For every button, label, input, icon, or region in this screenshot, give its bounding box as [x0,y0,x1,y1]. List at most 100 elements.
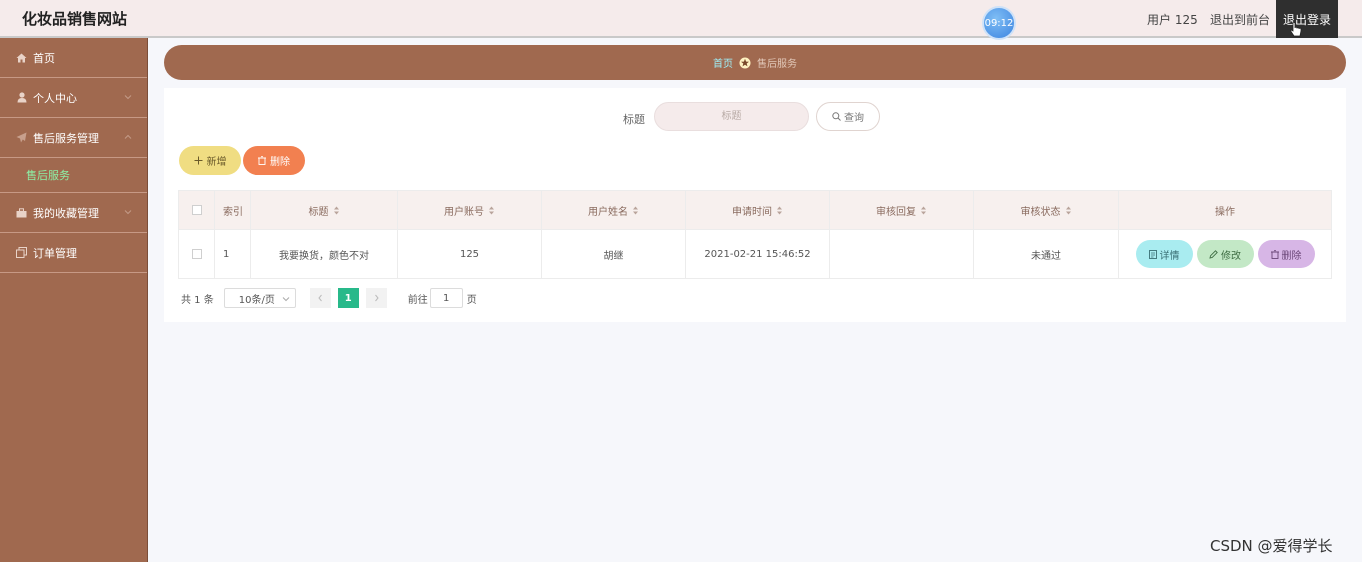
hand-cursor-icon [1290,22,1302,37]
column-header-operations: 操作 [1119,191,1331,229]
column-header-label: 操作 [1215,206,1235,218]
detail-button[interactable]: 详情 [1135,240,1193,268]
cell-time: 2021-02-21 15:46:52 [686,230,830,278]
site-title: 化妆品销售网站 [22,10,128,28]
column-header-account[interactable]: 用户账号 [398,191,542,229]
cell-operations: 详情 修改 删除 [1119,230,1331,278]
column-header-label: 用户账号 [444,206,484,218]
column-header-status[interactable]: 审核状态 [974,191,1119,229]
pencil-icon [1209,249,1218,259]
select-all-checkbox[interactable] [191,205,202,215]
briefcase-icon [16,207,27,218]
sidebar-item-favorites-management[interactable]: 我的收藏管理 [0,193,147,233]
sort-icon[interactable] [920,206,927,215]
content-card: 标题 查询 新增 删除 索引 标题 用户账号 用户姓名 申请时间 审核回复 审核… [164,88,1346,322]
clock-badge: 09:12 [982,6,1016,40]
page-size-value: 10条/页 [238,294,275,306]
trash-icon [258,156,266,165]
chevron-up-icon [124,134,132,139]
edit-button[interactable]: 修改 [1196,240,1254,268]
trash-icon [1270,249,1279,259]
detail-button-label: 详情 [1159,250,1180,262]
sidebar-item-label: 首页 [33,51,55,65]
page-size-select[interactable]: 10条/页 [223,288,296,308]
sort-icon[interactable] [776,206,783,215]
row-delete-button[interactable]: 删除 [1257,240,1315,268]
page-suffix-label: 页 [466,294,477,306]
send-icon [16,132,27,143]
goto-page-input[interactable] [429,288,463,308]
search-input[interactable] [654,102,809,131]
column-header-label: 审核回复 [876,206,916,218]
row-checkbox-cell [179,230,215,278]
page-number-button[interactable]: 1 [337,288,359,308]
cell-reply [830,230,974,278]
sidebar-item-label: 我的收藏管理 [33,206,99,220]
add-button[interactable]: 新增 [179,146,241,175]
sidebar-item-after-sales-management[interactable]: 售后服务管理 [0,118,147,158]
next-page-button[interactable] [365,288,387,308]
copy-icon [16,247,27,258]
home-icon [16,52,27,63]
logout-button[interactable]: 退出登录 [1276,0,1338,38]
table-header-row: 索引 标题 用户账号 用户姓名 申请时间 审核回复 审核状态 操作 [179,191,1331,230]
prev-page-button[interactable] [309,288,331,308]
sidebar-item-personal-center[interactable]: 个人中心 [0,78,147,118]
column-header-index: 索引 [215,191,251,229]
cell-title: 我要换货，颜色不对 [251,230,398,278]
row-delete-button-label: 删除 [1281,250,1302,262]
row-checkbox[interactable] [191,249,202,259]
sidebar-item-home[interactable]: 首页 [0,38,147,78]
table-row: 1 我要换货，颜色不对 125 胡继 2021-02-21 15:46:52 未… [179,230,1331,278]
sidebar-subitem-after-sales-service[interactable]: 售后服务 [0,158,147,193]
chevron-down-icon [124,95,132,100]
search-button-label: 查询 [844,113,864,124]
breadcrumb-home-link[interactable]: 首页 [713,55,733,70]
chevron-left-icon [318,294,322,302]
pagination-total: 共 1 条 [181,294,214,306]
chevron-down-icon [124,210,132,215]
column-header-label: 用户姓名 [588,206,628,218]
column-header-label: 标题 [308,206,329,218]
sort-icon[interactable] [632,206,639,215]
column-header-label: 申请时间 [732,206,772,218]
cell-name: 胡继 [542,230,686,278]
column-header-reply[interactable]: 审核回复 [830,191,974,229]
search-label: 标题 [623,113,645,126]
watermark: CSDN @爱得学长 [1210,537,1333,555]
batch-delete-button-label: 删除 [270,157,290,168]
sidebar-item-order-management[interactable]: 订单管理 [0,233,147,273]
column-header-time[interactable]: 申请时间 [686,191,830,229]
batch-delete-button[interactable]: 删除 [243,146,305,175]
front-site-link[interactable]: 退出到前台 [1210,11,1270,28]
edit-button-label: 修改 [1221,250,1241,262]
column-header-name[interactable]: 用户姓名 [542,191,686,229]
document-icon [1148,249,1157,259]
sidebar-item-label: 售后服务管理 [33,131,99,145]
sort-icon[interactable] [1065,206,1072,215]
plus-icon [194,156,202,165]
search-icon [832,112,841,121]
pagination: 共 1 条 10条/页 1 前往 页 [181,288,477,308]
chevron-right-icon [374,294,379,302]
top-header: 化妆品销售网站 09:12 用户 125 退出到前台 退出登录 [0,0,1362,40]
current-user-label: 用户 125 [1147,13,1198,27]
sidebar: 首页 个人中心 售后服务管理 售后服务 我的收藏管理 订单管理 [0,38,148,562]
user-icon [16,92,27,103]
chevron-down-icon [282,297,290,302]
column-header-label: 索引 [223,206,243,218]
sort-icon[interactable] [488,206,495,215]
header-checkbox-cell [179,191,215,229]
cell-status: 未通过 [974,230,1119,278]
cell-index: 1 [215,230,251,278]
cell-account: 125 [398,230,542,278]
add-button-label: 新增 [206,157,227,168]
sort-icon[interactable] [333,206,340,215]
column-header-title[interactable]: 标题 [251,191,398,229]
sidebar-item-label: 个人中心 [33,91,77,105]
breadcrumb: 首页 售后服务 [164,45,1346,80]
data-table: 索引 标题 用户账号 用户姓名 申请时间 审核回复 审核状态 操作 1 我要换货… [178,190,1332,279]
search-button[interactable]: 查询 [816,102,880,131]
goto-label: 前往 [407,294,428,306]
column-header-label: 审核状态 [1020,206,1061,218]
